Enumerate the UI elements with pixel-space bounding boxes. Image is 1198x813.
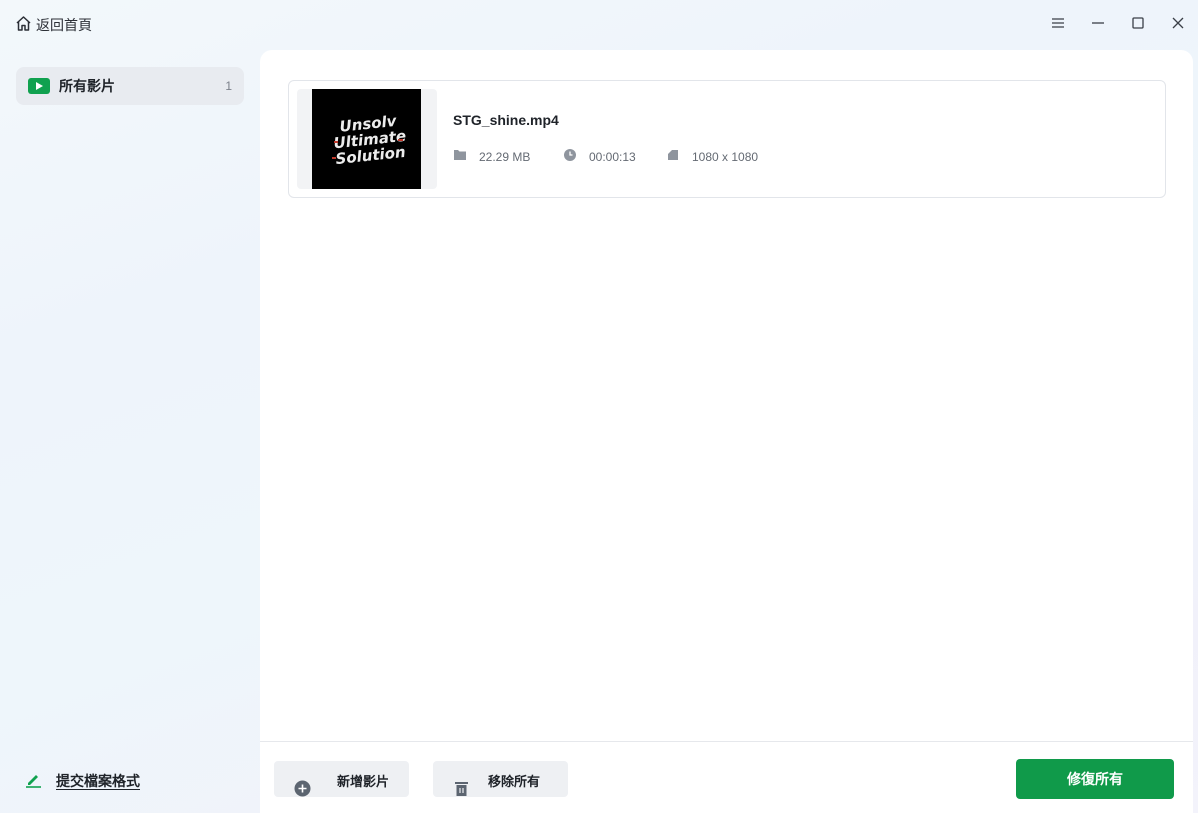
sidebar-item-count: 1	[225, 79, 232, 93]
remove-all-label: 移除所有	[488, 774, 541, 789]
back-home-label: 返回首頁	[36, 17, 92, 33]
sidebar-item-label: 所有影片	[59, 78, 115, 94]
submit-format-link[interactable]: 提交檔案格式	[25, 771, 140, 791]
video-size-value: 22.29 MB	[479, 149, 531, 164]
folder-icon	[453, 148, 467, 165]
minimize-icon	[1091, 16, 1105, 35]
repair-all-button[interactable]: 修復所有	[1016, 759, 1174, 799]
maximize-icon	[1131, 16, 1145, 35]
thumbnail-image: Unsolv Ultimate Solution	[312, 89, 421, 189]
maximize-button[interactable]	[1118, 8, 1158, 42]
close-button[interactable]	[1158, 8, 1198, 42]
video-size: 22.29 MB	[453, 148, 530, 165]
clock-icon	[563, 148, 577, 165]
home-icon	[15, 15, 32, 35]
bottom-action-bar: 新增影片 移除所有 修復所有	[260, 741, 1193, 813]
resolution-icon	[666, 148, 680, 165]
menu-icon	[1051, 16, 1065, 35]
add-video-label: 新增影片	[337, 774, 390, 789]
submit-format-label: 提交檔案格式	[56, 773, 140, 789]
remove-all-button[interactable]: 移除所有	[433, 761, 568, 797]
video-resolution: 1080 x 1080	[666, 148, 758, 165]
video-file-name: STG_shine.mp4	[453, 112, 559, 128]
video-duration: 00:00:13	[563, 148, 636, 165]
main-panel: Unsolv Ultimate Solution STG_shine.mp4 2…	[260, 50, 1193, 813]
back-home-button[interactable]: 返回首頁	[15, 14, 92, 36]
play-icon	[28, 78, 50, 94]
window-controls	[1038, 8, 1198, 42]
close-icon	[1171, 16, 1185, 35]
video-resolution-value: 1080 x 1080	[692, 149, 759, 164]
video-thumbnail[interactable]: Unsolv Ultimate Solution	[297, 89, 437, 189]
edit-icon	[25, 771, 42, 791]
add-video-button[interactable]: 新增影片	[274, 761, 409, 797]
minimize-button[interactable]	[1078, 8, 1118, 42]
video-duration-value: 00:00:13	[589, 149, 636, 164]
sidebar-item-all-videos[interactable]: 所有影片 1	[16, 67, 244, 105]
menu-button[interactable]	[1038, 8, 1078, 42]
video-card[interactable]: Unsolv Ultimate Solution STG_shine.mp4 2…	[288, 80, 1166, 198]
